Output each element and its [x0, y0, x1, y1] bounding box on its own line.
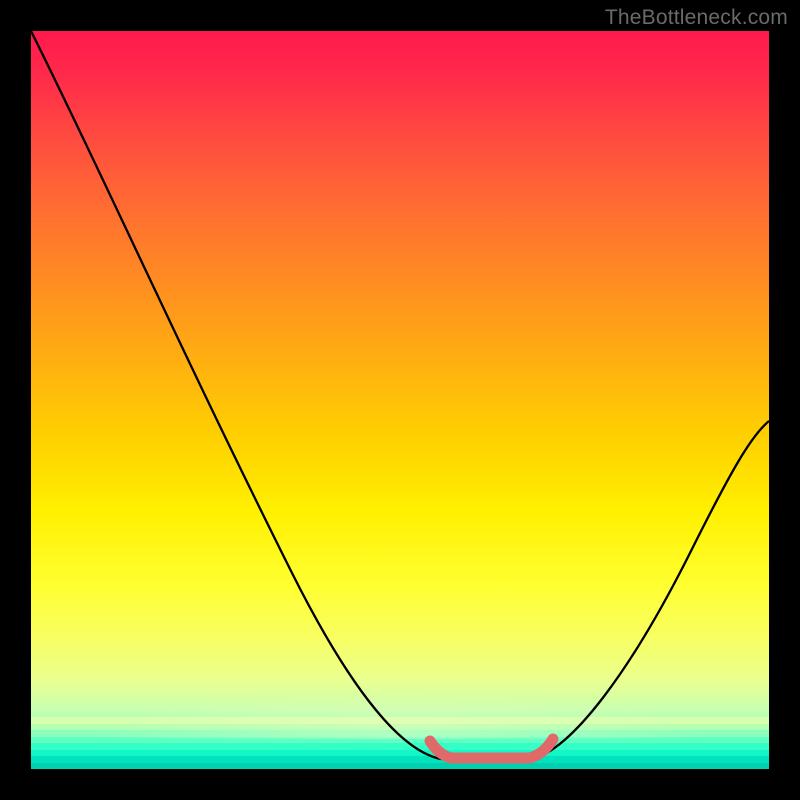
watermark-text: TheBottleneck.com	[605, 6, 788, 30]
plot-area	[31, 31, 769, 769]
curve-layer	[31, 31, 769, 769]
bottleneck-curve	[31, 31, 769, 759]
chart-frame: TheBottleneck.com	[0, 0, 800, 800]
optimal-range-marker	[430, 739, 553, 758]
